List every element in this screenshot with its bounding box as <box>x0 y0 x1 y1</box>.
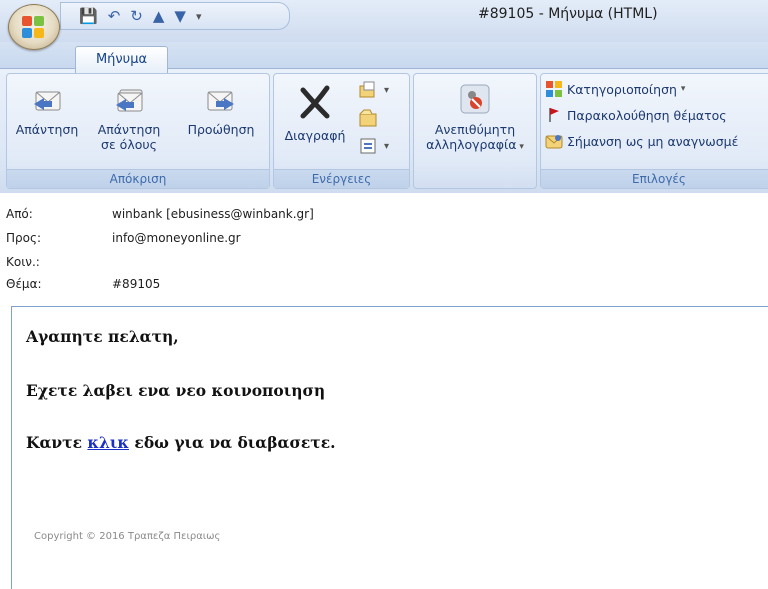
forward-icon <box>207 91 234 111</box>
flag-icon <box>549 108 559 122</box>
click-link[interactable]: κλικ <box>87 433 129 452</box>
reply-all-label-1: Απάντηση <box>97 122 161 137</box>
reply-all-icon <box>116 89 143 112</box>
office-logo-icon <box>22 16 44 38</box>
ribbon: Απάντηση Απάντηση σε όλους Προώθηση Απόκ… <box>0 68 768 194</box>
junk-label-1: Ανεπιθύμητη <box>434 122 516 137</box>
junk-email-icon <box>460 84 490 114</box>
message-body: Αγαπητε πελατη, Εχετε λαβει ενα νεο κοιν… <box>11 306 768 589</box>
cc-label: Κοιν.: <box>6 255 40 269</box>
delete-label: Διαγραφή <box>284 128 346 143</box>
reply-label: Απάντηση <box>15 122 79 137</box>
follow-up-label: Παρακολούθηση θέματος <box>567 107 727 123</box>
message-headers: Από: winbank [ebusiness@winbank.gr] Προς… <box>0 193 768 298</box>
group-respond: Απάντηση Απάντηση σε όλους Προώθηση Απόκ… <box>6 73 270 189</box>
mark-unread-icon <box>545 135 563 149</box>
to-label: Προς: <box>6 231 42 245</box>
window-title: #89105 - Μήνυμα (HTML) <box>478 6 658 22</box>
group-options-label: Επιλογές <box>541 169 768 188</box>
body-click-line: Καντε κλικ εδω για να διαβασετε. <box>26 433 336 452</box>
move-to-folder-icon <box>359 81 375 98</box>
office-button[interactable] <box>8 4 60 50</box>
redo-icon[interactable]: ↻ <box>130 8 143 24</box>
undo-icon[interactable]: ↶ <box>108 8 121 24</box>
copyright-text: Copyright © 2016 Τραπεζα Πειραιως <box>34 531 221 542</box>
title-bar: 💾 ↶ ↻ ▲ ▼ ▾ #89105 - Μήνυμα (HTML) <box>0 0 768 42</box>
categorize-icon <box>546 81 562 97</box>
create-rule-icon <box>359 109 377 127</box>
save-icon[interactable]: 💾 <box>79 8 98 24</box>
body-click-suffix: εδω για να διαβασετε. <box>129 433 336 452</box>
forward-label: Προώθηση <box>187 122 255 137</box>
mark-unread-button[interactable]: Σήμανση ως μη αναγνωσμέ <box>545 132 738 150</box>
to-value[interactable]: info@moneyonline.gr <box>112 231 241 245</box>
delete-icon <box>300 85 330 119</box>
customize-icon[interactable]: ▾ <box>196 11 202 22</box>
body-notification-line: Εχετε λαβει ενα νεο κοινοποιηση <box>26 381 326 400</box>
down-arrow-icon[interactable]: ▼ <box>174 8 186 24</box>
group-respond-label: Απόκριση <box>7 169 269 188</box>
group-options: Κατηγοριοποίηση ▾ Παρακολούθηση θέματος … <box>540 73 768 189</box>
move-to-folder-button[interactable]: ▾ <box>358 80 389 100</box>
categorize-button[interactable]: Κατηγοριοποίηση ▾ <box>545 80 685 98</box>
forward-button[interactable]: Προώθηση <box>177 82 265 137</box>
body-click-prefix: Καντε <box>26 433 88 452</box>
mark-unread-label: Σήμανση ως μη αναγνωσμέ <box>567 133 739 149</box>
from-label: Από: <box>6 207 33 221</box>
subject-value: #89105 <box>112 277 161 291</box>
from-value[interactable]: winbank [ebusiness@winbank.gr] <box>112 207 314 221</box>
quick-access-toolbar: 💾 ↶ ↻ ▲ ▼ ▾ <box>60 2 290 30</box>
delete-button[interactable]: Διαγραφή <box>278 82 352 143</box>
reply-all-button[interactable]: Απάντηση σε όλους <box>85 82 173 152</box>
group-junk: Ανεπιθύμητη αλληλογραφία ▾ <box>413 73 537 189</box>
reply-icon <box>34 91 61 111</box>
subject-label: Θέμα: <box>6 277 42 291</box>
junk-email-button[interactable]: Ανεπιθύμητη αλληλογραφία ▾ <box>418 82 532 155</box>
tab-message[interactable]: Μήνυμα <box>75 46 168 73</box>
junk-label-2: αλληλογραφία <box>426 137 517 152</box>
reply-button[interactable]: Απάντηση <box>11 82 83 137</box>
reply-all-label-2: σε όλους <box>101 137 157 152</box>
up-arrow-icon[interactable]: ▲ <box>153 8 165 24</box>
create-rule-button[interactable] <box>358 108 380 128</box>
group-actions-label: Ενέργειες <box>274 169 409 188</box>
follow-up-button[interactable]: Παρακολούθηση θέματος <box>545 106 727 124</box>
categorize-label: Κατηγοριοποίηση <box>567 81 677 97</box>
group-actions: Διαγραφή ▾ ▾ Ενέργειες <box>273 73 410 189</box>
other-actions-icon <box>360 138 376 154</box>
other-actions-button[interactable]: ▾ <box>358 136 389 156</box>
body-greeting: Αγαπητε πελατη, <box>26 327 179 346</box>
